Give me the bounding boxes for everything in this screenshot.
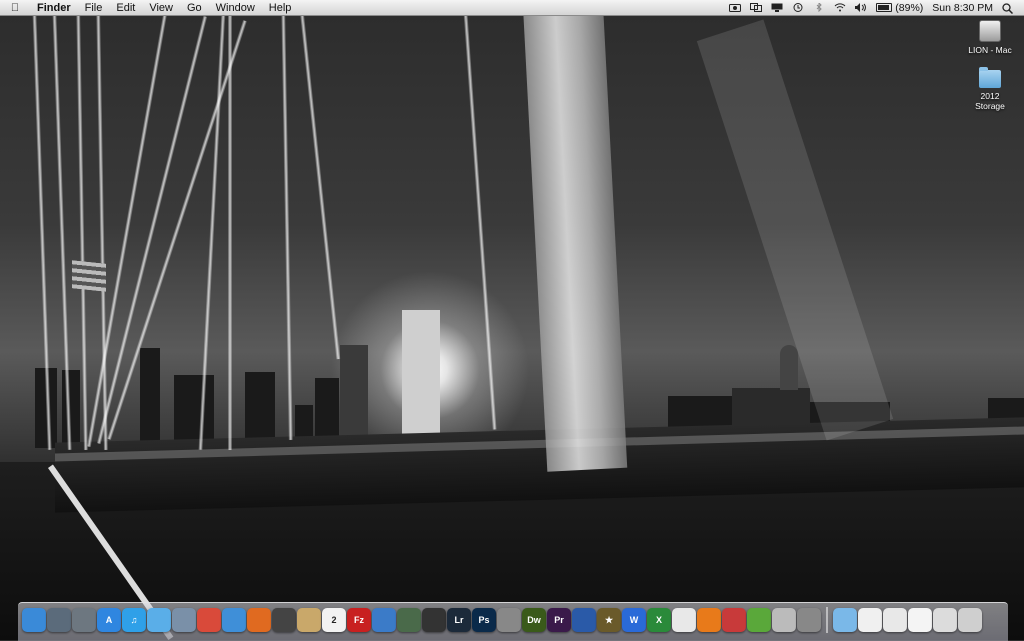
desktop-icon-label: 2012 bbox=[980, 91, 1000, 101]
dock-item-word[interactable]: W bbox=[622, 608, 646, 632]
screen-capture-icon[interactable] bbox=[750, 3, 763, 12]
dock-item-vlc[interactable] bbox=[697, 608, 721, 632]
dock-item-stack-2[interactable] bbox=[933, 608, 957, 632]
wifi-icon[interactable] bbox=[834, 3, 846, 12]
dock-item-premiere[interactable]: Pr bbox=[547, 608, 571, 632]
filezilla-icon: Fz bbox=[354, 615, 364, 625]
dock-item-aperture[interactable] bbox=[422, 608, 446, 632]
dock-item-preview[interactable] bbox=[172, 608, 196, 632]
bluetooth-icon[interactable] bbox=[813, 1, 825, 13]
menu-go[interactable]: Go bbox=[180, 2, 209, 14]
display-icon[interactable] bbox=[771, 3, 783, 12]
dock-item-trash[interactable] bbox=[958, 608, 982, 632]
dock-item-excel[interactable]: X bbox=[647, 608, 671, 632]
menu-help[interactable]: Help bbox=[262, 2, 299, 14]
building bbox=[402, 310, 440, 445]
dock-item-parallels[interactable] bbox=[722, 608, 746, 632]
desktop-icon-label: LION - Mac bbox=[968, 45, 1012, 55]
dock-item-firefox[interactable] bbox=[247, 608, 271, 632]
dock-item-launchpad[interactable] bbox=[72, 608, 96, 632]
dock-item-screenshot[interactable] bbox=[497, 608, 521, 632]
dock-item-calendar[interactable]: 2 bbox=[322, 608, 346, 632]
flag bbox=[72, 260, 106, 292]
building bbox=[340, 345, 368, 448]
dock-item-applications[interactable] bbox=[833, 608, 857, 632]
menu-file[interactable]: File bbox=[78, 2, 110, 14]
hard-drive-icon bbox=[979, 20, 1001, 42]
photoshop-icon: Ps bbox=[478, 615, 490, 625]
apple-icon[interactable]:  bbox=[0, 2, 30, 14]
excel-icon: X bbox=[655, 615, 662, 625]
bridge-cable bbox=[299, 10, 341, 360]
dreamweaver-icon: Dw bbox=[527, 615, 541, 625]
dock-item-activity[interactable] bbox=[747, 608, 771, 632]
reunion-tower bbox=[780, 345, 798, 390]
dock-item-dreamweaver[interactable]: Dw bbox=[522, 608, 546, 632]
dock-item-quicktime[interactable] bbox=[572, 608, 596, 632]
itunes-icon: ♫ bbox=[130, 615, 138, 625]
bridge-pylon bbox=[522, 0, 628, 472]
folder-icon bbox=[979, 67, 1001, 88]
time-machine-icon[interactable] bbox=[792, 3, 804, 12]
dock-items: A ♫ 2 Fz Lr Ps Dw Pr ★ W X bbox=[22, 606, 982, 634]
dock-item-chrome[interactable] bbox=[197, 608, 221, 632]
battery-percent: (89%) bbox=[895, 1, 924, 14]
dock-item-lightroom[interactable]: Lr bbox=[447, 608, 471, 632]
menu-bar:  Finder File Edit View Go Window Help (… bbox=[0, 0, 1024, 16]
clock[interactable]: Sun 8:30 PM bbox=[932, 2, 993, 14]
dock-item-system-preferences[interactable] bbox=[797, 608, 821, 632]
volume-icon[interactable] bbox=[855, 3, 867, 12]
dock-item-imovie[interactable]: ★ bbox=[597, 608, 621, 632]
dock-item-messages[interactable] bbox=[147, 608, 171, 632]
menu-window[interactable]: Window bbox=[209, 2, 262, 14]
dock-item-dashboard[interactable] bbox=[47, 608, 71, 632]
dock-item-iphoto[interactable] bbox=[397, 608, 421, 632]
battery-icon bbox=[876, 3, 893, 12]
dock-item-contacts[interactable] bbox=[297, 608, 321, 632]
dock-item-safari[interactable] bbox=[222, 608, 246, 632]
dock-item-app-store[interactable]: A bbox=[97, 608, 121, 632]
status-menus: (89%) Sun 8:30 PM bbox=[729, 1, 1024, 15]
word-icon: W bbox=[629, 615, 639, 625]
desktop-icon-2012-storage[interactable]: 2012 Storage bbox=[960, 67, 1020, 111]
bridge-cable bbox=[281, 9, 293, 441]
building bbox=[140, 348, 160, 448]
dock-item-filezilla[interactable]: Fz bbox=[347, 608, 371, 632]
dock-item-finder[interactable] bbox=[22, 608, 46, 632]
camera-menu-icon[interactable] bbox=[729, 3, 742, 12]
dock-item-facetime[interactable] bbox=[272, 608, 296, 632]
battery-status[interactable]: (89%) bbox=[876, 2, 923, 14]
dock-item-textedit[interactable] bbox=[672, 608, 696, 632]
premiere-icon: Pr bbox=[554, 615, 564, 625]
dock-item-downloads[interactable] bbox=[883, 608, 907, 632]
desktop-wallpaper bbox=[0, 0, 1024, 640]
dock-item-itunes[interactable]: ♫ bbox=[122, 608, 146, 632]
dock-item-stack-1[interactable] bbox=[908, 608, 932, 632]
app-store-icon: A bbox=[105, 615, 113, 625]
menu-app-finder[interactable]: Finder bbox=[30, 2, 78, 14]
bridge-cable bbox=[228, 10, 232, 450]
dock-item-photoshop[interactable]: Ps bbox=[472, 608, 496, 632]
dock-item-calculator[interactable] bbox=[772, 608, 796, 632]
building bbox=[174, 375, 214, 447]
desktop-icon-lion-mac[interactable]: LION - Mac bbox=[960, 20, 1020, 55]
dock-separator bbox=[826, 607, 828, 633]
lightroom-icon: Lr bbox=[454, 615, 464, 625]
desktop-icon-label: Storage bbox=[975, 101, 1005, 111]
dock-item-documents[interactable] bbox=[858, 608, 882, 632]
spotlight-search-icon[interactable] bbox=[1002, 3, 1014, 15]
menu-view[interactable]: View bbox=[142, 2, 180, 14]
dock-item-world[interactable] bbox=[372, 608, 396, 632]
menu-edit[interactable]: Edit bbox=[109, 2, 142, 14]
calendar-icon: 2 bbox=[331, 615, 337, 625]
star-icon: ★ bbox=[604, 614, 614, 625]
